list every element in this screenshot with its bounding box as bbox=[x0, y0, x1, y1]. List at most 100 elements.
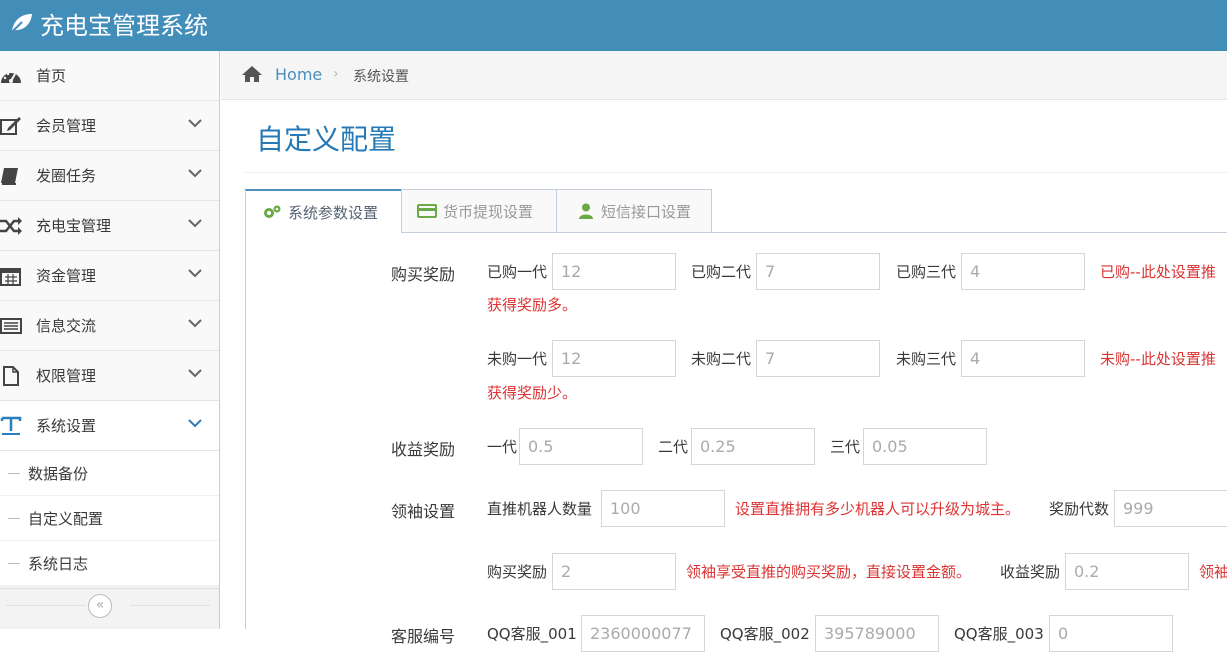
notbought-gen1-label: 未购一代 bbox=[487, 350, 548, 368]
edit-icon bbox=[0, 117, 21, 135]
income-gen1-label: 一代 bbox=[487, 438, 518, 456]
leader-buy-reward-label: 购买奖励 bbox=[487, 563, 548, 581]
bought-gen3-label: 已购三代 bbox=[896, 263, 957, 281]
brand[interactable]: 充电宝管理系统 bbox=[8, 8, 208, 40]
user-icon bbox=[579, 203, 593, 219]
qq-service-1-label: QQ客服_001 bbox=[487, 625, 577, 643]
tab-label: 短信接口设置 bbox=[601, 202, 692, 221]
leader-income-reward-input[interactable] bbox=[1065, 553, 1189, 590]
tab-content: 购买奖励 已购一代 已购二代 已购三代 已购--此处设置推 获得奖励多。 未购一… bbox=[245, 233, 1227, 652]
leader-income-reward-label: 收益奖励 bbox=[1000, 563, 1061, 581]
chevron-down-icon bbox=[188, 269, 202, 278]
sidebar-item-members[interactable]: 会员管理 bbox=[0, 101, 219, 151]
sidebar-item-label: 发圈任务 bbox=[36, 167, 97, 185]
income-gen3-input[interactable] bbox=[863, 428, 987, 465]
breadcrumb-current: 系统设置 bbox=[353, 69, 409, 85]
income-gen1-input[interactable] bbox=[519, 428, 643, 465]
reward-generations-input[interactable] bbox=[1114, 490, 1227, 527]
purchase-reward-label: 购买奖励 bbox=[391, 265, 456, 284]
notbought-gen2-input[interactable] bbox=[756, 340, 880, 377]
tab-sms-api[interactable]: 短信接口设置 bbox=[556, 189, 712, 233]
bought-gen2-label: 已购二代 bbox=[691, 263, 752, 281]
submenu-item-label: 系统日志 bbox=[28, 555, 89, 573]
notbought-hint-continued: 获得奖励少。 bbox=[487, 384, 578, 402]
text-width-icon bbox=[0, 416, 22, 435]
divider bbox=[6, 605, 86, 606]
navbar: 充电宝管理系统 bbox=[0, 0, 1227, 51]
income-gen2-input[interactable] bbox=[691, 428, 815, 465]
sidebar-item-powerbank[interactable]: 充电宝管理 bbox=[0, 201, 219, 251]
chevron-down-icon bbox=[188, 419, 202, 428]
sidebar-item-label: 资金管理 bbox=[36, 267, 97, 285]
divider bbox=[8, 518, 20, 519]
list-icon bbox=[0, 318, 22, 334]
qq-service-2-input[interactable] bbox=[815, 615, 939, 652]
breadcrumb-separator: › bbox=[333, 66, 339, 82]
qq-service-3-label: QQ客服_003 bbox=[954, 625, 1044, 643]
bought-gen1-label: 已购一代 bbox=[487, 263, 548, 281]
credit-card-icon bbox=[417, 204, 437, 218]
breadcrumb: Home › 系统设置 bbox=[221, 51, 1227, 100]
tab-bar: 系统参数设置 货币提现设置 短信接口设置 bbox=[245, 189, 1227, 234]
sidebar-item-messages[interactable]: 信息交流 bbox=[0, 301, 219, 351]
leader-buy-reward-input[interactable] bbox=[552, 553, 676, 590]
sidebar-item-label: 信息交流 bbox=[36, 317, 97, 335]
random-icon bbox=[0, 217, 22, 235]
sidebar-item-tasks[interactable]: 发圈任务 bbox=[0, 151, 219, 201]
sidebar: 首页 会员管理 发圈任务 充电宝管理 资金管理 信息交流 权限管理 系统设置 数… bbox=[0, 51, 220, 629]
chevron-down-icon bbox=[188, 119, 202, 128]
submenu-item-label: 数据备份 bbox=[28, 465, 89, 483]
chevron-down-icon bbox=[188, 219, 202, 228]
sidebar-item-label: 会员管理 bbox=[36, 117, 97, 135]
sidebar-item-label: 充电宝管理 bbox=[36, 217, 112, 235]
tab-label: 货币提现设置 bbox=[443, 202, 534, 221]
cogs-icon bbox=[264, 205, 281, 218]
chevron-down-icon bbox=[188, 169, 202, 178]
collapse-sidebar-button[interactable]: « bbox=[88, 594, 112, 618]
calendar-icon bbox=[0, 268, 21, 286]
notbought-gen1-input[interactable] bbox=[552, 340, 676, 377]
book-icon bbox=[1, 168, 18, 185]
submenu-item-system-log[interactable]: 系统日志 bbox=[0, 541, 219, 586]
sidebar-item-permissions[interactable]: 权限管理 bbox=[0, 351, 219, 401]
notbought-gen3-input[interactable] bbox=[961, 340, 1085, 377]
submenu-item-custom-config[interactable]: 自定义配置 bbox=[0, 496, 219, 541]
direct-robots-label: 直推机器人数量 bbox=[487, 500, 593, 518]
notbought-gen3-label: 未购三代 bbox=[896, 350, 957, 368]
income-gen3-label: 三代 bbox=[830, 438, 861, 456]
submenu: 数据备份 自定义配置 系统日志 bbox=[0, 451, 219, 586]
bought-hint-continued: 获得奖励多。 bbox=[487, 296, 578, 314]
submenu-item-backup[interactable]: 数据备份 bbox=[0, 451, 219, 496]
breadcrumb-home-link[interactable]: Home bbox=[275, 65, 322, 84]
tab-currency-withdraw[interactable]: 货币提现设置 bbox=[401, 189, 557, 233]
submenu-item-label: 自定义配置 bbox=[28, 510, 104, 528]
bought-gen3-input[interactable] bbox=[961, 253, 1085, 290]
sidebar-item-settings[interactable]: 系统设置 bbox=[0, 401, 219, 451]
tab-system-params[interactable]: 系统参数设置 bbox=[245, 189, 402, 234]
divider bbox=[8, 473, 20, 474]
home-icon[interactable] bbox=[241, 65, 263, 83]
qq-service-2-label: QQ客服_002 bbox=[720, 625, 810, 643]
bought-hint: 已购--此处设置推 bbox=[1100, 263, 1216, 281]
income-gen2-label: 二代 bbox=[658, 438, 689, 456]
sidebar-item-label: 系统设置 bbox=[36, 417, 97, 435]
notbought-gen2-label: 未购二代 bbox=[691, 350, 752, 368]
divider bbox=[245, 172, 1227, 173]
bought-gen1-input[interactable] bbox=[552, 253, 676, 290]
customer-service-label: 客服编号 bbox=[391, 627, 456, 646]
sidebar-item-funds[interactable]: 资金管理 bbox=[0, 251, 219, 301]
file-icon bbox=[3, 366, 19, 386]
sidebar-item-label: 权限管理 bbox=[36, 367, 97, 385]
sidebar-item-label: 首页 bbox=[36, 67, 67, 85]
qq-service-1-input[interactable] bbox=[581, 615, 705, 652]
bought-gen2-input[interactable] bbox=[756, 253, 880, 290]
divider bbox=[8, 563, 20, 564]
direct-robots-input[interactable] bbox=[601, 490, 725, 527]
app-title: 充电宝管理系统 bbox=[40, 11, 208, 40]
leader-income-reward-hint: 领袖 bbox=[1199, 563, 1227, 581]
direct-robots-hint: 设置直推拥有多少机器人可以升级为城主。 bbox=[735, 500, 1021, 518]
qq-service-3-input[interactable] bbox=[1049, 615, 1173, 652]
income-reward-label: 收益奖励 bbox=[391, 440, 456, 459]
chevron-down-icon bbox=[188, 319, 202, 328]
sidebar-item-home[interactable]: 首页 bbox=[0, 51, 219, 101]
